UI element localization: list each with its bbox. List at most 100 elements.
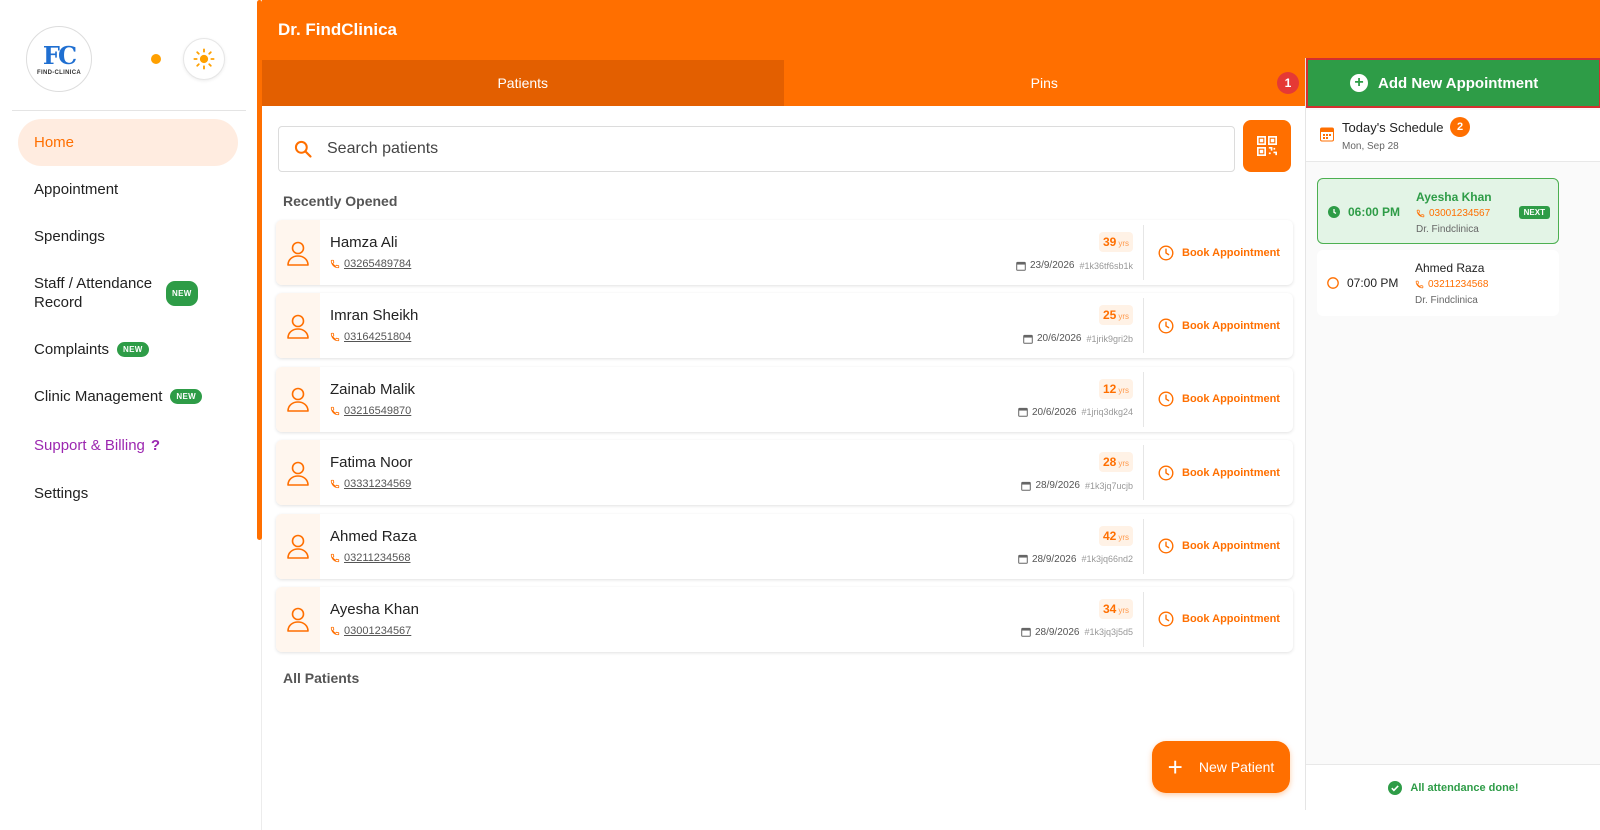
patient-meta: 28/9/2026 #1k3jq3j5d5 (1021, 627, 1133, 638)
patient-meta: 20/6/2026 #1jrik9gri2b (1023, 333, 1133, 344)
clock-icon (1158, 538, 1174, 554)
sidebar-item-appointment[interactable]: Appointment (18, 166, 238, 213)
qr-code-icon (1257, 136, 1277, 156)
page-title: Dr. FindClinica (278, 20, 398, 39)
phone-icon (330, 553, 340, 562)
patient-info: Hamza Ali 03265489784 39 yrs 23/9/2026 #1k36t… (320, 220, 1143, 285)
patient-phone-text[interactable]: 03164251804 (344, 331, 411, 343)
patient-avatar (276, 586, 320, 652)
patient-name: Imran Sheikh (330, 307, 419, 325)
sidebar-item-staff-attendance[interactable]: Staff / Attendance Record NEW (18, 260, 238, 326)
patient-phone-text[interactable]: 03265489784 (344, 258, 411, 270)
user-icon (287, 314, 309, 339)
patient-last-visit: 20/6/2026 (1031, 406, 1077, 418)
patient-age-badge: 12 yrs (1098, 378, 1133, 399)
sidebar-item-home[interactable]: Home (18, 119, 238, 166)
patient-card[interactable]: Hamza Ali 03265489784 39 yrs 23/9/2026 #1k36t… (276, 220, 1293, 285)
patient-meta: 23/9/2026 #1k36tf6sb1k (1016, 260, 1133, 271)
logo-text: FIND-CLINICA (37, 69, 81, 76)
sidebar: FC FIND-CLINICA Home Appointment Spendin… (0, 0, 262, 830)
book-appointment-button[interactable]: Book Appointment (1144, 293, 1293, 358)
user-icon (287, 534, 309, 559)
patient-card[interactable]: Zainab Malik 03216549870 12 yrs 20/6/2026 #1j… (276, 366, 1293, 432)
schedule-panel: + Add New Appointment Today's Schedule 2… (1305, 58, 1600, 810)
patient-phone[interactable]: 03164251804 (330, 331, 411, 343)
patient-id: #1k36tf6sb1k (1079, 260, 1133, 271)
add-new-appointment-button[interactable]: + Add New Appointment (1306, 58, 1600, 108)
calendar-icon (1023, 334, 1033, 344)
patient-avatar (276, 440, 320, 506)
sidebar-item-label: Clinic Management (34, 388, 163, 405)
book-appointment-label: Book Appointment (1182, 319, 1280, 332)
patient-phone[interactable]: 03211234568 (330, 552, 410, 564)
sidebar-item-spendings[interactable]: Spendings (18, 213, 238, 260)
patient-card[interactable]: Ayesha Khan 03001234567 34 yrs 28/9/2026 #1k3… (276, 586, 1293, 652)
new-patient-label: New Patient (1198, 759, 1275, 775)
patient-card[interactable]: Ahmed Raza 03211234568 42 yrs 28/9/2026 #1k3j… (276, 513, 1293, 579)
next-badge: NEXT (1518, 206, 1550, 219)
patient-last-visit: 28/9/2026 (1034, 626, 1080, 638)
theme-toggle-button[interactable] (183, 38, 225, 80)
book-appointment-button[interactable]: Book Appointment (1144, 440, 1293, 505)
patient-phone[interactable]: 03331234569 (330, 478, 411, 490)
patient-meta: 28/9/2026 #1k3jq66nd2 (1018, 554, 1133, 565)
qr-scan-button[interactable] (1243, 120, 1291, 172)
book-appointment-button[interactable]: Book Appointment (1144, 220, 1293, 285)
patient-name: Hamza Ali (330, 234, 398, 251)
patient-phone[interactable]: 03001234567 (330, 625, 411, 637)
attendance-text: All attendance done! (1410, 781, 1519, 794)
appointment-time: 07:00 PM (1327, 276, 1398, 290)
calendar-icon (1021, 628, 1031, 638)
new-badge: NEW (117, 342, 149, 357)
patient-phone-text[interactable]: 03001234567 (344, 625, 411, 637)
app-logo[interactable]: FC FIND-CLINICA (26, 26, 92, 92)
phone-icon (330, 259, 340, 269)
appointment-card-next[interactable]: 06:00 PM Ayesha Khan 03001234567 Dr. Fin… (1317, 178, 1559, 244)
patient-last-visit: 23/9/2026 (1029, 260, 1075, 271)
add-appointment-label: Add New Appointment (1378, 74, 1539, 92)
patient-age: 34 (1102, 601, 1117, 616)
tab-pins[interactable]: Pins 1 (783, 60, 1305, 106)
user-icon (287, 387, 309, 413)
tab-patients[interactable]: Patients (262, 60, 784, 106)
sidebar-item-label: Staff / Attendance Record (34, 275, 153, 311)
sidebar-item-label: Home (34, 134, 75, 151)
book-appointment-button[interactable]: Book Appointment (1144, 587, 1293, 652)
appointment-phone: 03001234567 (1416, 208, 1490, 219)
patient-phone-text[interactable]: 03211234568 (344, 552, 410, 564)
patient-info: Fatima Noor 03331234569 28 yrs 28/9/2026 #1k3… (320, 440, 1143, 505)
clock-outline-icon (1327, 277, 1339, 289)
patient-card[interactable]: Imran Sheikh 03164251804 25 yrs 20/6/2026 #1j… (276, 293, 1293, 359)
sidebar-item-support-billing[interactable]: Support & Billing ? (18, 420, 238, 470)
patient-age: 12 (1102, 381, 1117, 396)
patient-phone-text[interactable]: 03331234569 (344, 478, 411, 490)
appointment-phone: 03211234568 (1415, 279, 1488, 290)
search-input[interactable] (327, 140, 1207, 158)
patient-phone[interactable]: 03265489784 (330, 258, 411, 270)
sidebar-item-clinic-management[interactable]: Clinic Management NEW (18, 373, 238, 420)
new-patient-button[interactable]: + New Patient (1152, 741, 1290, 793)
new-badge: NEW (170, 389, 202, 404)
appointment-card[interactable]: 07:00 PM Ahmed Raza 03211234568 Dr. Find… (1317, 250, 1559, 316)
patient-phone[interactable]: 03216549870 (330, 405, 411, 417)
user-icon (287, 461, 309, 486)
patient-id: #1k3jq7ucjb (1084, 480, 1133, 491)
phone-icon (330, 333, 340, 342)
patient-card[interactable]: Fatima Noor 03331234569 28 yrs 28/9/2026 #1k3… (276, 440, 1293, 506)
calendar-icon (1018, 554, 1028, 564)
user-icon (287, 241, 309, 266)
sidebar-nav: Home Appointment Spendings Staff / Atten… (18, 119, 238, 517)
patient-age-badge: 34 yrs (1098, 598, 1133, 619)
patient-meta: 20/6/2026 #1jriq3dkg24 (1018, 407, 1133, 418)
sidebar-item-label: Appointment (34, 181, 119, 198)
patient-age-badge: 28 yrs (1098, 452, 1133, 473)
new-badge: NEW (166, 280, 198, 306)
patient-age-badge: 39 yrs (1098, 232, 1133, 252)
sidebar-item-settings[interactable]: Settings (18, 470, 238, 517)
book-appointment-button[interactable]: Book Appointment (1144, 367, 1293, 432)
book-appointment-button[interactable]: Book Appointment (1144, 514, 1293, 579)
patient-phone-text[interactable]: 03216549870 (344, 405, 411, 417)
check-circle-icon (1388, 780, 1403, 795)
phone-icon (1415, 280, 1424, 289)
sidebar-item-complaints[interactable]: Complaints NEW (18, 326, 238, 373)
